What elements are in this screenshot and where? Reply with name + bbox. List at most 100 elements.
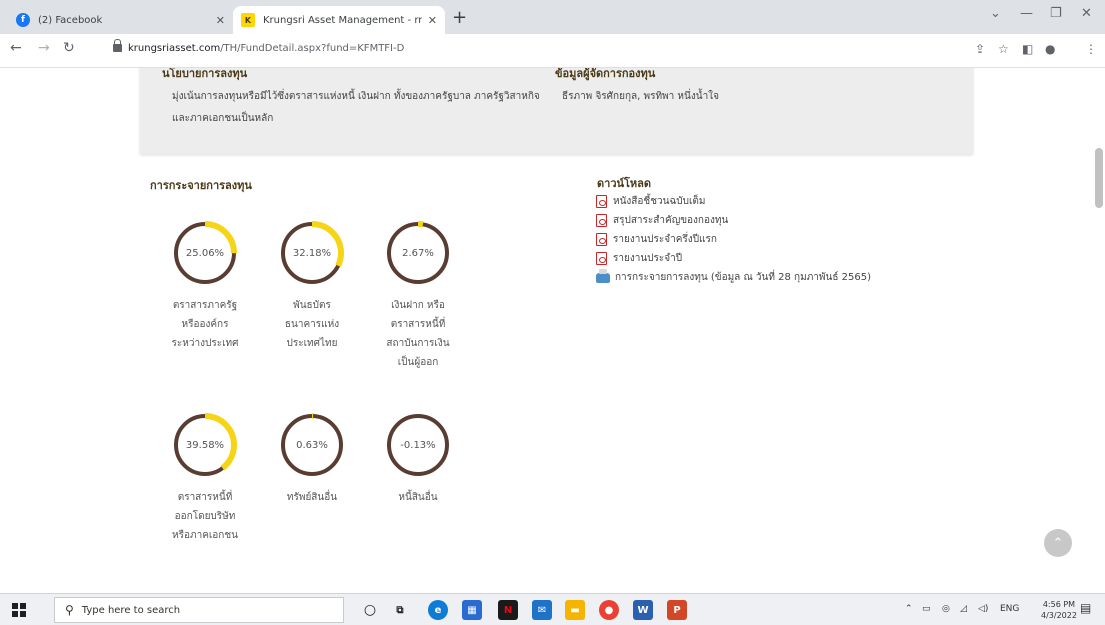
search-placeholder: Type here to search <box>81 604 181 616</box>
download-label: รายงานประจำปี <box>613 253 683 264</box>
wifi-icon[interactable]: ◿ <box>960 604 967 614</box>
chrome-icon[interactable]: ● <box>599 600 619 620</box>
allocation-percent: 39.58% <box>185 439 225 451</box>
browser-toolbar: ← → ↻ krungsriasset.com/TH/FundDetail.as… <box>0 34 1105 68</box>
allocation-label-line: พันธบัตร <box>293 300 331 311</box>
scrollbar-thumb[interactable] <box>1095 148 1103 208</box>
edge-icon[interactable]: e <box>428 600 448 620</box>
pdf-icon <box>596 233 607 246</box>
network-icon[interactable]: ▭ <box>922 604 931 614</box>
language-indicator[interactable]: ENG <box>1000 604 1019 614</box>
netflix-icon[interactable]: N <box>498 600 518 620</box>
allocation-label: ทรัพย์สินอื่น <box>264 488 360 507</box>
clock[interactable]: 4:56 PM 4/3/2022 <box>1041 599 1077 621</box>
tray-overflow-icon[interactable]: ⌃ <box>905 604 913 614</box>
chevron-down-icon[interactable]: ⌄ <box>990 6 1001 21</box>
allocation-label-line: เงินฝาก หรือ <box>391 300 445 311</box>
allocation-label-line: หรือภาคเอกชน <box>172 530 238 541</box>
allocation-donut: 2.67% <box>385 220 451 286</box>
battery-icon[interactable]: ◎ <box>942 604 950 614</box>
download-label: รายงานประจำครึ่งปีแรก <box>613 234 717 245</box>
allocation-label: หนี้สินอื่น <box>370 488 466 507</box>
file-explorer-icon[interactable]: ▬ <box>565 600 585 620</box>
bookmark-star-icon[interactable]: ☆ <box>998 42 1009 56</box>
minimize-button[interactable]: — <box>1020 6 1033 21</box>
allocation-label-line: ตราสารหนี้ที่ <box>390 319 446 330</box>
download-label: หนังสือชี้ชวนฉบับเต็ม <box>613 196 706 207</box>
allocation-percent: 25.06% <box>185 247 225 259</box>
allocation-label-line: ประเทศไทย <box>286 338 338 349</box>
clock-time: 4:56 PM <box>1042 600 1076 609</box>
windows-start-icon[interactable] <box>12 603 26 617</box>
forward-button[interactable]: → <box>38 40 50 56</box>
allocation-label-line: ออกโดยบริษัท <box>174 511 236 522</box>
allocation-label: เงินฝาก หรือ ตราสารหนี้ที่ สถาบันการเงิน เป… <box>370 296 466 372</box>
tab-facebook[interactable]: f (2) Facebook ✕ <box>8 6 233 34</box>
pdf-icon <box>596 214 607 227</box>
allocation-label-line: ทรัพย์สินอื่น <box>286 492 338 503</box>
download-label: การกระจายการลงทุน (ข้อมูล ณ วันที่ 28 กุ… <box>615 272 871 283</box>
store-icon[interactable]: ▦ <box>462 600 482 620</box>
spreadsheet-icon <box>596 268 610 283</box>
allocation-percent: -0.13% <box>400 439 436 451</box>
reload-button[interactable]: ↻ <box>63 40 75 56</box>
url-path: /TH/FundDetail.aspx?fund=KFMTFI-D <box>220 43 405 54</box>
taskbar: ⚲ Type here to search ○ ⧉ e ▦ N ✉ ▬ ● W … <box>0 593 1105 625</box>
allocation-label-line: เป็นผู้ออก <box>397 357 439 368</box>
sidepanel-icon[interactable]: ◧ <box>1022 42 1033 56</box>
download-link[interactable]: สรุปสาระสำคัญของกองทุน <box>596 211 871 230</box>
download-list: หนังสือชี้ชวนฉบับเต็มสรุปสาระสำคัญของกอง… <box>596 192 871 287</box>
mail-icon[interactable]: ✉ <box>532 600 552 620</box>
facebook-icon: f <box>16 13 30 27</box>
allocation-donut: 39.58% <box>172 412 238 478</box>
close-window-button[interactable]: ✕ <box>1081 6 1092 21</box>
new-tab-button[interactable]: + <box>452 8 467 28</box>
scroll-to-top-button[interactable]: ⌃ <box>1044 529 1072 557</box>
notification-icon[interactable]: ▤ <box>1080 601 1091 615</box>
download-link[interactable]: รายงานประจำครึ่งปีแรก <box>596 230 871 249</box>
allocation-percent: 2.67% <box>402 247 434 259</box>
allocation-donut: 25.06% <box>172 220 238 286</box>
tab-krungsri[interactable]: K Krungsri Asset Management - rr ✕ <box>233 6 445 34</box>
pdf-icon <box>596 252 607 265</box>
manager-title: ข้อมูลผู้จัดการกองทุน <box>555 68 656 80</box>
tab-title: (2) Facebook <box>38 14 103 26</box>
profile-icon[interactable]: ● <box>1045 42 1055 56</box>
allocation-title: การกระจายการลงทุน <box>150 179 252 192</box>
allocation-percent: 32.18% <box>292 247 332 259</box>
search-icon: ⚲ <box>65 603 74 617</box>
close-tab-icon[interactable]: ✕ <box>428 14 437 27</box>
allocation-label-line: ตราสารหนี้ที่ <box>177 492 233 503</box>
allocation-donut: 0.63% <box>279 412 345 478</box>
krungsri-icon: K <box>241 13 255 27</box>
taskbar-search[interactable]: ⚲ Type here to search <box>54 597 344 623</box>
powerpoint-icon[interactable]: P <box>667 600 687 620</box>
policy-text: มุ่งเน้นการลงทุนหรือมีไว้ซึ่งตราสารแห่งห… <box>172 91 540 124</box>
lock-icon <box>113 39 122 54</box>
download-link[interactable]: รายงานประจำปี <box>596 249 871 268</box>
task-view-icon[interactable]: ⧉ <box>390 600 410 620</box>
word-icon[interactable]: W <box>633 600 653 620</box>
download-link[interactable]: การกระจายการลงทุน (ข้อมูล ณ วันที่ 28 กุ… <box>596 268 871 287</box>
manager-text: ธีรภาพ จิรศักยกุล, พรทิพา หนึ่งน้ำใจ <box>562 91 719 102</box>
allocation-label-line: หนี้สินอื่น <box>398 492 438 503</box>
menu-kebab-icon[interactable]: ⋮ <box>1085 42 1097 56</box>
tab-title: Krungsri Asset Management - rr <box>263 14 422 26</box>
allocation-percent: 0.63% <box>296 439 328 451</box>
close-tab-icon[interactable]: ✕ <box>216 14 225 27</box>
browser-tab-strip: f (2) Facebook ✕ K Krungsri Asset Manage… <box>0 0 1105 34</box>
page-content: นโยบายการลงทุน มุ่งเน้นการลงทุนหรือมีไว้… <box>0 68 1105 570</box>
volume-icon[interactable]: ◁) <box>978 604 988 614</box>
cortana-icon[interactable]: ○ <box>360 600 380 620</box>
share-icon[interactable]: ⇪ <box>975 42 985 56</box>
address-bar[interactable]: krungsriasset.com/TH/FundDetail.aspx?fun… <box>128 43 404 54</box>
allocation-label-line: ธนาคารแห่ง <box>284 319 340 330</box>
allocation-donut: -0.13% <box>385 412 451 478</box>
allocation-label: ตราสารภาครัฐ หรือองค์กร ระหว่างประเทศ <box>157 296 253 353</box>
maximize-button[interactable]: ❐ <box>1050 6 1062 21</box>
policy-title: นโยบายการลงทุน <box>162 68 248 80</box>
download-link[interactable]: หนังสือชี้ชวนฉบับเต็ม <box>596 192 871 211</box>
allocation-label: พันธบัตรธนาคารแห่งประเทศไทย <box>264 296 360 353</box>
allocation-donut: 32.18% <box>279 220 345 286</box>
back-button[interactable]: ← <box>10 40 22 56</box>
